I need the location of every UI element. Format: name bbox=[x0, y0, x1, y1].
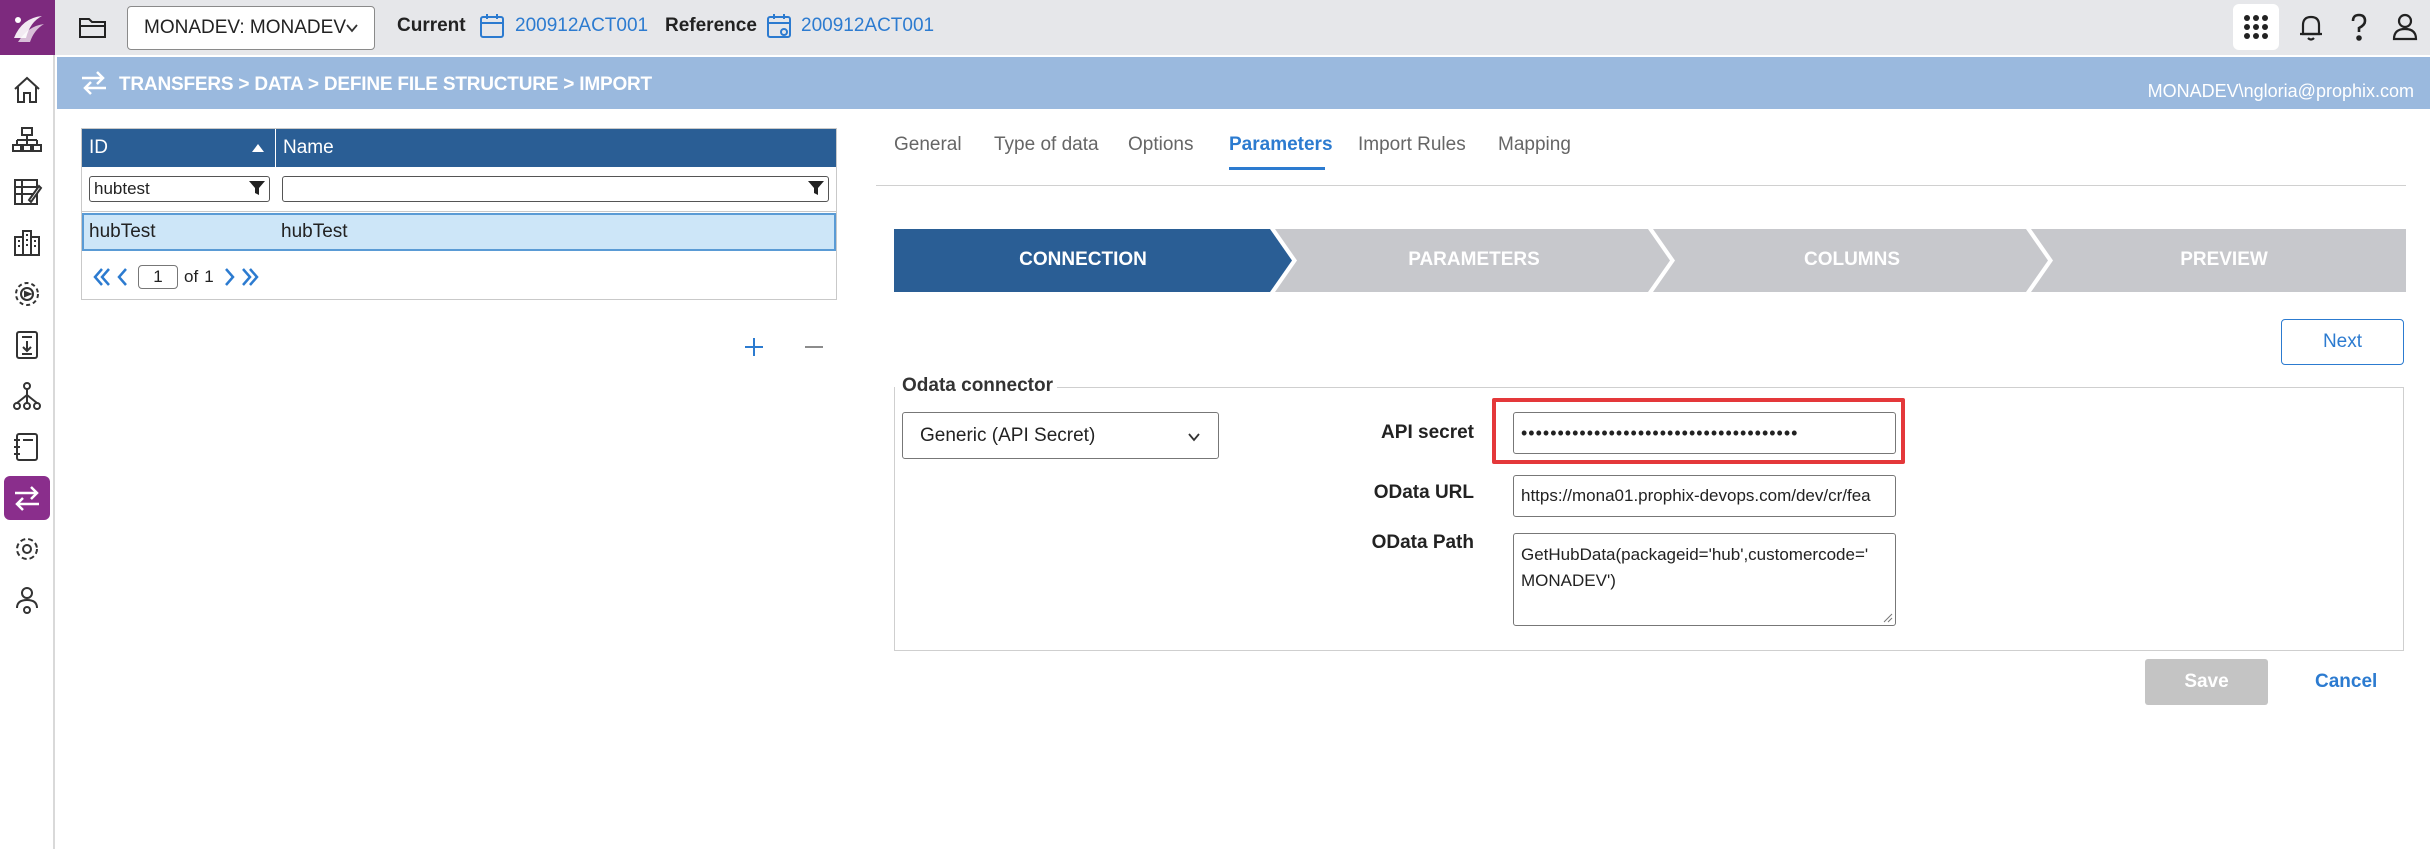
step-parameters[interactable]: PARAMETERS bbox=[1286, 249, 1662, 271]
api-secret-label: API secret bbox=[1381, 422, 1474, 443]
api-secret-input[interactable]: •••••••••••••••••••••••••••••••••••••• bbox=[1513, 412, 1896, 454]
automation-icon[interactable] bbox=[4, 272, 50, 316]
page-total: 1 bbox=[204, 267, 214, 286]
pager: 1 of 1 bbox=[92, 263, 260, 291]
odata-url-input[interactable]: https://mona01.prophix-devops.com/dev/cr… bbox=[1513, 475, 1896, 517]
name-filter-input[interactable] bbox=[282, 176, 829, 202]
home-icon[interactable] bbox=[4, 68, 50, 112]
top-bar: MONADEV: MONADEV Current 200912ACT001 Re… bbox=[55, 0, 2430, 55]
cell-id: hubTest bbox=[89, 221, 156, 242]
grid-filter-row bbox=[82, 167, 836, 212]
tab-options[interactable]: Options bbox=[1128, 134, 1193, 156]
column-header-name[interactable]: Name bbox=[276, 129, 836, 167]
tab-type-of-data[interactable]: Type of data bbox=[994, 134, 1099, 156]
calendar-icon bbox=[480, 14, 504, 38]
odata-path-line-1: GetHubData(packageid='hub',customercode=… bbox=[1521, 545, 1869, 564]
wizard-steps: CONNECTION PARAMETERS COLUMNS PREVIEW bbox=[894, 229, 2406, 292]
folder-icon[interactable] bbox=[78, 13, 108, 41]
current-label: Current bbox=[397, 15, 466, 36]
reference-label: Reference bbox=[665, 15, 757, 36]
apps-button[interactable] bbox=[2233, 4, 2279, 50]
tab-mapping[interactable]: Mapping bbox=[1498, 134, 1571, 156]
file-structure-grid: ID Name hubTest hubTest 1 of 1 bbox=[81, 128, 837, 300]
sort-ascending-icon[interactable] bbox=[252, 144, 264, 152]
odata-path-label: OData Path bbox=[1371, 532, 1474, 553]
resize-grip-icon[interactable] bbox=[1883, 613, 1893, 623]
group-top-border bbox=[1034, 387, 2404, 388]
connector-type-value: Generic (API Secret) bbox=[920, 424, 1096, 446]
odata-path-line-2: MONADEV') bbox=[1521, 571, 1616, 590]
step-columns[interactable]: COLUMNS bbox=[1664, 249, 2040, 271]
active-tab-indicator bbox=[1229, 167, 1325, 170]
bell-icon[interactable] bbox=[2294, 10, 2328, 44]
workflow-icon[interactable] bbox=[4, 119, 50, 163]
previous-page-icon[interactable] bbox=[112, 266, 132, 288]
settings-gears-icon[interactable] bbox=[4, 527, 50, 571]
transfers-header-icon bbox=[82, 71, 106, 95]
help-icon[interactable] bbox=[2342, 10, 2376, 44]
page-number-input[interactable]: 1 bbox=[138, 265, 178, 289]
save-button[interactable]: Save bbox=[2145, 659, 2268, 705]
buildings-icon[interactable] bbox=[4, 221, 50, 265]
group-legend: Odata connector bbox=[902, 375, 1057, 397]
notebook-icon[interactable] bbox=[4, 425, 50, 469]
last-page-icon[interactable] bbox=[240, 266, 260, 288]
next-page-icon[interactable] bbox=[220, 266, 240, 288]
next-button[interactable]: Next bbox=[2281, 319, 2404, 365]
current-scenario-link[interactable]: 200912ACT001 bbox=[515, 15, 648, 37]
left-sidebar bbox=[0, 0, 55, 849]
column-header-id[interactable]: ID bbox=[82, 129, 275, 167]
first-page-icon[interactable] bbox=[92, 266, 112, 288]
step-connection[interactable]: CONNECTION bbox=[894, 249, 1272, 271]
grid-header: ID Name bbox=[82, 129, 836, 167]
chevron-down-icon bbox=[1188, 433, 1200, 442]
top-right-icons bbox=[2230, 0, 2430, 55]
sheet-edit-icon[interactable] bbox=[4, 170, 50, 214]
tab-divider bbox=[876, 185, 2406, 186]
filter-icon[interactable] bbox=[807, 179, 825, 197]
filter-icon[interactable] bbox=[248, 179, 266, 197]
environment-select[interactable]: MONADEV: MONADEV bbox=[127, 6, 375, 50]
table-row[interactable]: hubTest hubTest bbox=[82, 213, 836, 251]
apps-grid-icon bbox=[2244, 15, 2268, 39]
user-profile-icon[interactable] bbox=[2388, 10, 2422, 44]
user-account: MONADEV\ngloria@prophix.com bbox=[2147, 81, 2414, 101]
page-of-label: of bbox=[184, 267, 199, 286]
remove-icon[interactable] bbox=[802, 335, 826, 359]
logo-icon bbox=[13, 15, 44, 42]
cancel-button[interactable]: Cancel bbox=[2315, 671, 2377, 693]
id-filter-input[interactable] bbox=[89, 176, 270, 202]
breadcrumb-bar: TRANSFERS > DATA > DEFINE FILE STRUCTURE… bbox=[57, 57, 2430, 109]
odata-url-label: OData URL bbox=[1373, 482, 1474, 503]
tab-import-rules[interactable]: Import Rules bbox=[1358, 134, 1466, 156]
transfers-icon[interactable] bbox=[4, 476, 50, 520]
prophix-logo[interactable] bbox=[0, 0, 55, 55]
tab-general[interactable]: General bbox=[894, 134, 962, 156]
tab-parameters[interactable]: Parameters bbox=[1229, 134, 1333, 156]
hierarchy-icon[interactable] bbox=[4, 374, 50, 418]
chevron-down-icon bbox=[346, 24, 358, 33]
users-admin-icon[interactable] bbox=[4, 578, 50, 622]
step-preview[interactable]: PREVIEW bbox=[2042, 249, 2406, 271]
calendar-reference-icon bbox=[767, 14, 791, 38]
breadcrumb[interactable]: TRANSFERS > DATA > DEFINE FILE STRUCTURE… bbox=[119, 74, 652, 96]
cell-name: hubTest bbox=[281, 221, 348, 242]
report-download-icon[interactable] bbox=[4, 323, 50, 367]
environment-value: MONADEV: MONADEV bbox=[144, 17, 346, 38]
connector-type-select[interactable]: Generic (API Secret) bbox=[902, 412, 1219, 459]
add-icon[interactable] bbox=[742, 335, 766, 359]
odata-path-textarea[interactable]: GetHubData(packageid='hub',customercode=… bbox=[1513, 533, 1896, 626]
reference-scenario-link[interactable]: 200912ACT001 bbox=[801, 15, 934, 37]
